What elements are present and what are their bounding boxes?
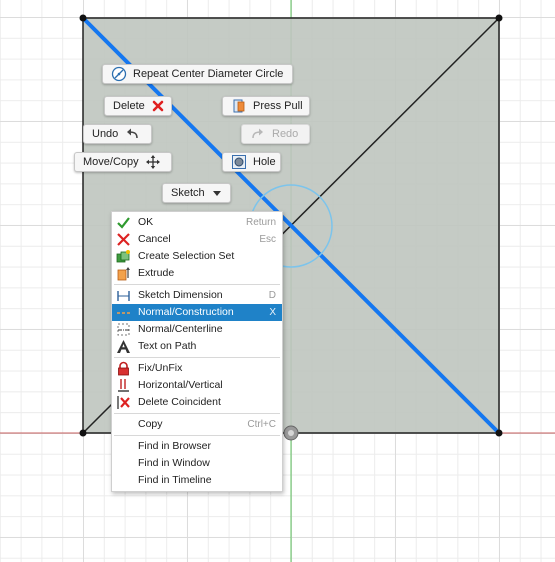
context-menu: OK Return Cancel Esc Create Selection Se… (111, 211, 283, 492)
redo-button[interactable]: Redo (241, 124, 310, 144)
undo-label: Undo (92, 128, 119, 140)
move-arrows-icon (145, 154, 161, 170)
menu-item-normal-centerline[interactable]: Normal/Centerline (112, 321, 282, 338)
menu-item-extrude[interactable]: Extrude (112, 265, 282, 282)
undo-arrow-icon (124, 126, 140, 142)
text-a-icon (116, 339, 131, 354)
hole-button[interactable]: Hole (222, 152, 281, 172)
repeat-center-diameter-circle-button[interactable]: Repeat Center Diameter Circle (102, 64, 293, 84)
menu-item-sketch-dimension[interactable]: Sketch Dimension D (112, 287, 282, 304)
menu-item-text-on-path[interactable]: Text on Path (112, 338, 282, 355)
hole-label: Hole (253, 156, 276, 168)
move-copy-button[interactable]: Move/Copy (74, 152, 172, 172)
menu-item-find-in-timeline[interactable]: Find in Timeline (112, 472, 282, 489)
menu-item-copy[interactable]: Copy Ctrl+C (112, 416, 282, 433)
horizontal-vertical-icon (116, 378, 131, 393)
press-pull-label: Press Pull (253, 100, 303, 112)
undo-button[interactable]: Undo (83, 124, 152, 144)
menu-separator (114, 413, 280, 414)
menu-item-horizontal-vertical[interactable]: Horizontal/Vertical (112, 377, 282, 394)
press-pull-button[interactable]: Press Pull (222, 96, 310, 116)
menu-item-ok[interactable]: OK Return (112, 214, 282, 231)
sketch-point[interactable] (495, 429, 503, 437)
menu-item-find-in-browser[interactable]: Find in Browser (112, 438, 282, 455)
sketch-label: Sketch (171, 187, 205, 199)
centerline-icon (116, 322, 131, 337)
menu-item-fix-unfix[interactable]: Fix/UnFix (112, 360, 282, 377)
menu-item-normal-construction[interactable]: Normal/Construction X (112, 304, 282, 321)
delete-coincident-icon (116, 395, 131, 410)
lock-icon (116, 361, 131, 376)
hole-icon (231, 154, 247, 170)
cancel-x-icon (116, 232, 131, 247)
menu-item-create-selection-set[interactable]: Create Selection Set (112, 248, 282, 265)
redo-arrow-icon (250, 126, 266, 142)
extrude-icon (116, 266, 131, 281)
dimension-icon (116, 288, 131, 303)
red-x-icon (151, 98, 165, 114)
delete-label: Delete (113, 100, 145, 112)
origin-point-center (288, 430, 294, 436)
menu-separator (114, 284, 280, 285)
sketch-point[interactable] (79, 14, 87, 22)
sketch-dropdown-button[interactable]: Sketch (162, 183, 231, 203)
check-icon (116, 215, 131, 230)
circle-diameter-icon (111, 66, 127, 82)
delete-button[interactable]: Delete (104, 96, 172, 116)
sketch-point[interactable] (79, 429, 87, 437)
press-pull-icon (231, 98, 247, 114)
menu-item-find-in-window[interactable]: Find in Window (112, 455, 282, 472)
menu-item-cancel[interactable]: Cancel Esc (112, 231, 282, 248)
menu-item-delete-coincident[interactable]: Delete Coincident (112, 394, 282, 411)
redo-label: Redo (272, 128, 299, 140)
dropdown-triangle-icon (211, 185, 223, 201)
repeat-label: Repeat Center Diameter Circle (133, 68, 284, 80)
menu-separator (114, 357, 280, 358)
move-copy-label: Move/Copy (83, 156, 139, 168)
sketch-point[interactable] (495, 14, 503, 22)
menu-separator (114, 435, 280, 436)
construction-line-icon (116, 305, 131, 320)
selection-set-icon (116, 249, 131, 264)
